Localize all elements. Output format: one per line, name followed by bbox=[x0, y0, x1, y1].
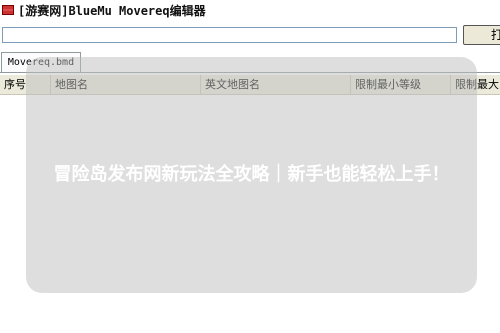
app-icon bbox=[2, 5, 14, 15]
file-path-input[interactable] bbox=[2, 27, 457, 43]
ad-overlay[interactable]: 冒险岛发布网新玩法全攻略｜新手也能轻松上手！ bbox=[26, 57, 477, 293]
overlay-text: 冒险岛发布网新玩法全攻略｜新手也能轻松上手！ bbox=[53, 164, 450, 185]
open-button[interactable]: 打 bbox=[463, 25, 500, 45]
title-bar: [游赛网]BlueMu Movereq编辑器 bbox=[0, 0, 500, 20]
toolbar: 打 bbox=[0, 20, 500, 48]
window-title: [游赛网]BlueMu Movereq编辑器 bbox=[18, 3, 206, 18]
